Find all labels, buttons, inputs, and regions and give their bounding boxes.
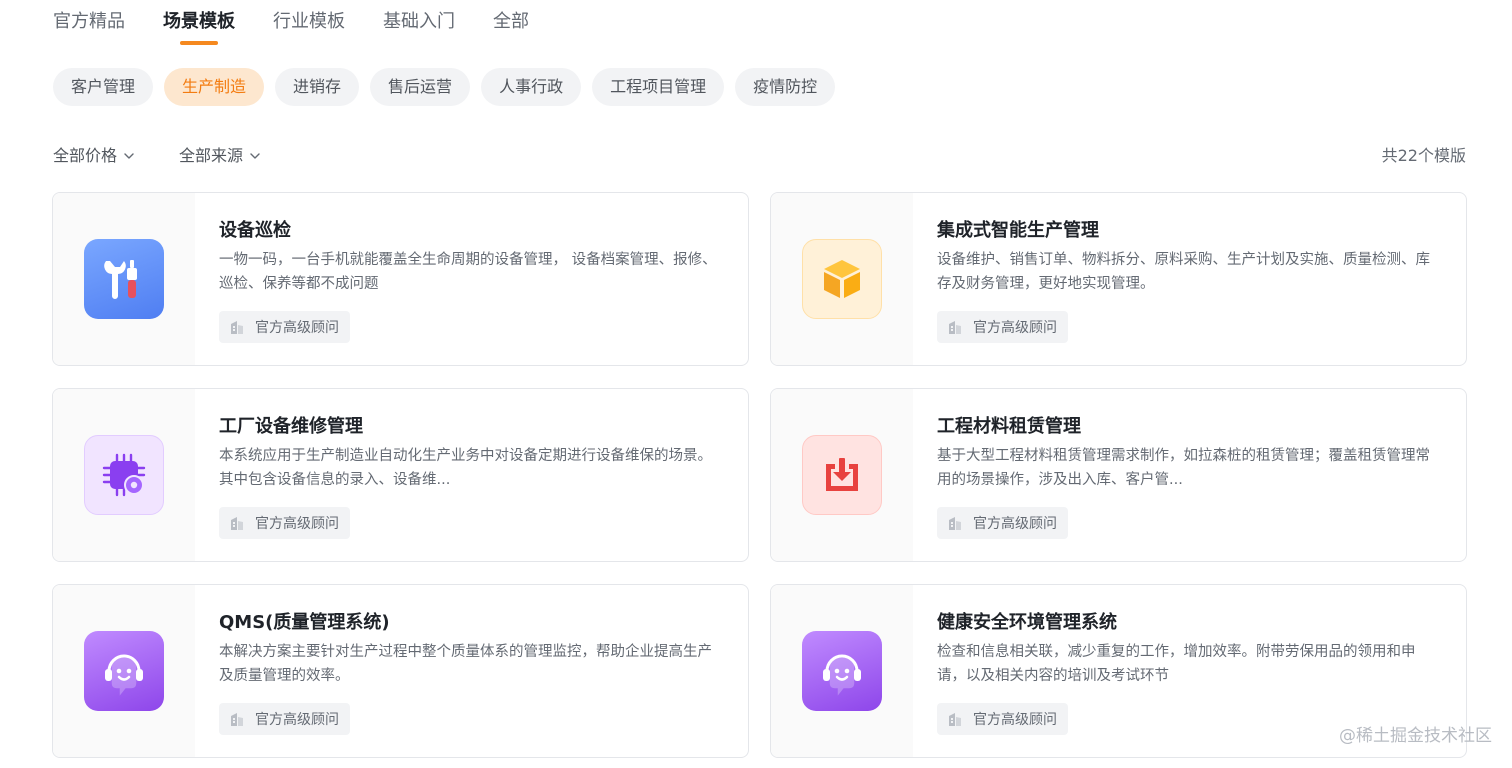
card-title: 健康安全环境管理系统 xyxy=(937,612,1117,633)
card-description: 检查和信息相关联，减少重复的工作，增加效率。附带劳保用品的领用和申请，以及相关内… xyxy=(937,644,1416,684)
tab-official-picks[interactable]: 官方精品 xyxy=(53,8,125,48)
tab-all[interactable]: 全部 xyxy=(493,8,529,48)
tab-label: 行业模板 xyxy=(273,11,345,32)
top-tab-bar: 官方精品 场景模板 行业模板 基础入门 全部 xyxy=(53,8,529,48)
category-filter-bar: 客户管理 生产制造 进销存 售后运营 人事行政 工程项目管理 疫情防控 xyxy=(53,68,836,106)
card-body: QMS(质量管理系统) 本解决方案主要针对生产过程中整个质量体系的管理监控，帮助… xyxy=(219,609,726,688)
source-filter-dropdown[interactable]: 全部来源 xyxy=(179,144,261,168)
category-pill-engineering[interactable]: 工程项目管理 xyxy=(592,68,725,106)
card-body: 健康安全环境管理系统 检查和信息相关联，减少重复的工作，增加效率。附带劳保用品的… xyxy=(937,609,1444,688)
card-title: QMS(质量管理系统) xyxy=(219,612,390,633)
watermark: @稀土掘金技术社区 xyxy=(1339,726,1492,746)
card-icon-panel xyxy=(771,585,913,757)
card-description: 本系统应用于生产制造业自动化生产业务中对设备定期进行设备维保的场景。 其中包含设… xyxy=(219,448,712,488)
card-icon-panel xyxy=(771,389,913,561)
template-card[interactable]: 设备巡检 一物一码，一台手机就能覆盖全生命周期的设备管理， 设备档案管理、报修、… xyxy=(52,192,749,366)
badge-label: 官方高级顾问 xyxy=(255,516,339,532)
active-tab-indicator xyxy=(180,41,218,45)
tab-label: 官方精品 xyxy=(53,11,125,32)
card-icon-panel xyxy=(53,389,195,561)
category-pill-customer[interactable]: 客户管理 xyxy=(53,68,154,106)
tab-basics[interactable]: 基础入门 xyxy=(383,8,455,48)
card-title: 集成式智能生产管理 xyxy=(937,220,1099,241)
badge-label: 官方高级顾问 xyxy=(255,320,339,336)
badge-label: 官方高级顾问 xyxy=(255,712,339,728)
price-filter-label: 全部价格 xyxy=(53,146,118,165)
advisor-badge: 官方高级顾问 xyxy=(937,311,1068,343)
card-icon-panel xyxy=(53,193,195,365)
chevron-down-icon xyxy=(250,153,260,159)
source-filter-label: 全部来源 xyxy=(179,146,244,165)
building-icon xyxy=(231,517,243,530)
card-title: 设备巡检 xyxy=(219,220,291,241)
template-card[interactable]: QMS(质量管理系统) 本解决方案主要针对生产过程中整个质量体系的管理监控，帮助… xyxy=(52,584,749,758)
card-description: 设备维护、销售订单、物料拆分、原料采购、生产计划及实施、质量检测、库存及财务管理… xyxy=(937,252,1430,292)
price-filter-dropdown[interactable]: 全部价格 xyxy=(53,144,135,168)
template-card[interactable]: 集成式智能生产管理 设备维护、销售订单、物料拆分、原料采购、生产计划及实施、质量… xyxy=(770,192,1467,366)
advisor-badge: 官方高级顾问 xyxy=(219,311,350,343)
card-icon-panel xyxy=(53,585,195,757)
advisor-badge: 官方高级顾问 xyxy=(937,703,1068,735)
advisor-badge: 官方高级顾问 xyxy=(219,507,350,539)
tab-scene-templates[interactable]: 场景模板 xyxy=(163,8,235,48)
category-pill-hr[interactable]: 人事行政 xyxy=(481,68,582,106)
template-grid: 设备巡检 一物一码，一台手机就能覆盖全生命周期的设备管理， 设备档案管理、报修、… xyxy=(52,192,1467,758)
category-pill-inventory[interactable]: 进销存 xyxy=(275,68,360,106)
card-description: 一物一码，一台手机就能覆盖全生命周期的设备管理， 设备档案管理、报修、巡检、保养… xyxy=(219,252,717,292)
building-icon xyxy=(949,713,961,726)
template-card[interactable]: 工程材料租赁管理 基于大型工程材料租赁管理需求制作，如拉森桩的租赁管理；覆盖租赁… xyxy=(770,388,1467,562)
badge-label: 官方高级顾问 xyxy=(973,516,1057,532)
tab-label: 全部 xyxy=(493,11,529,32)
card-icon-panel xyxy=(771,193,913,365)
tab-label: 场景模板 xyxy=(163,11,235,32)
tab-label: 基础入门 xyxy=(383,11,455,32)
wrench-screwdriver-icon xyxy=(84,239,164,319)
template-card[interactable]: 工厂设备维修管理 本系统应用于生产制造业自动化生产业务中对设备定期进行设备维保的… xyxy=(52,388,749,562)
category-pill-epidemic[interactable]: 疫情防控 xyxy=(735,68,836,106)
card-body: 工程材料租赁管理 基于大型工程材料租赁管理需求制作，如拉森桩的租赁管理；覆盖租赁… xyxy=(937,413,1444,492)
headset-smile-icon xyxy=(84,631,164,711)
card-description: 基于大型工程材料租赁管理需求制作，如拉森桩的租赁管理；覆盖租赁管理常用的场景操作… xyxy=(937,448,1430,488)
filter-row: 全部价格 全部来源 xyxy=(53,144,261,168)
card-body: 集成式智能生产管理 设备维护、销售订单、物料拆分、原料采购、生产计划及实施、质量… xyxy=(937,217,1444,296)
badge-label: 官方高级顾问 xyxy=(973,712,1057,728)
building-icon xyxy=(231,321,243,334)
card-title: 工厂设备维修管理 xyxy=(219,416,363,437)
inbox-download-icon xyxy=(802,435,882,515)
advisor-badge: 官方高级顾问 xyxy=(937,507,1068,539)
category-pill-manufacturing[interactable]: 生产制造 xyxy=(164,68,265,106)
chip-gear-icon xyxy=(84,435,164,515)
advisor-badge: 官方高级顾问 xyxy=(219,703,350,735)
badge-label: 官方高级顾问 xyxy=(973,320,1057,336)
tab-industry-templates[interactable]: 行业模板 xyxy=(273,8,345,48)
building-icon xyxy=(231,713,243,726)
template-count: 共22个模版 xyxy=(1381,146,1466,165)
cube-icon xyxy=(802,239,882,319)
card-description: 本解决方案主要针对生产过程中整个质量体系的管理监控，帮助企业提高生产及质量管理的… xyxy=(219,644,712,684)
chevron-down-icon xyxy=(124,153,134,159)
card-body: 设备巡检 一物一码，一台手机就能覆盖全生命周期的设备管理， 设备档案管理、报修、… xyxy=(219,217,726,296)
card-body: 工厂设备维修管理 本系统应用于生产制造业自动化生产业务中对设备定期进行设备维保的… xyxy=(219,413,726,492)
card-title: 工程材料租赁管理 xyxy=(937,416,1081,437)
category-pill-after-sales[interactable]: 售后运营 xyxy=(370,68,471,106)
building-icon xyxy=(949,517,961,530)
headset-smile-icon xyxy=(802,631,882,711)
building-icon xyxy=(949,321,961,334)
